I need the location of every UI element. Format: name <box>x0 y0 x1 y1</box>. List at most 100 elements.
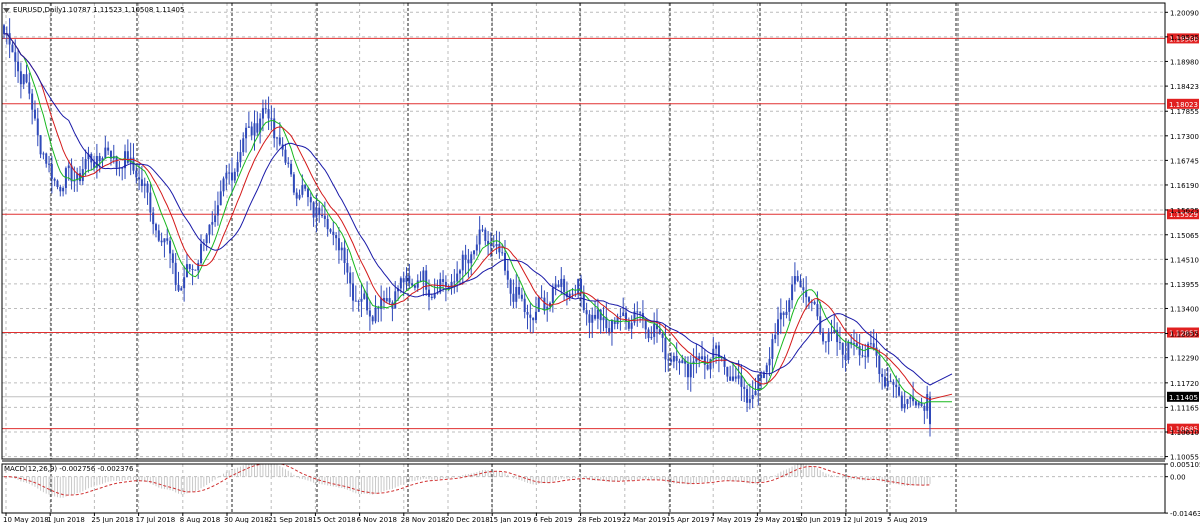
candle-body <box>104 147 107 159</box>
chart-ohlc-label: 1.10787 1.11523 1.10508 1.11405 <box>62 6 184 14</box>
candle-body <box>779 312 782 320</box>
candle-body <box>298 194 301 199</box>
candle-body <box>208 224 211 235</box>
candle-body <box>169 240 172 254</box>
candle-body <box>163 238 166 243</box>
candle-body <box>301 185 304 195</box>
y-tick-label: 1.12835 <box>1170 330 1199 338</box>
candle-body <box>515 286 518 302</box>
candle-body <box>557 284 560 287</box>
y-tick-label: 1.18423 <box>1170 83 1199 91</box>
candle-body <box>588 314 591 323</box>
candle-body <box>484 229 487 241</box>
candle-body <box>399 278 402 289</box>
candle-body <box>292 174 295 193</box>
chart-window[interactable]: 1.19500 1.18023 1.15529 1.12857 1.10685 1.114… <box>0 0 1200 524</box>
candle-body <box>461 254 464 271</box>
x-tick-label: 28 Feb 2019 <box>578 516 622 523</box>
candle-body <box>822 332 825 342</box>
candle-body <box>408 275 411 284</box>
candle-body <box>889 380 892 382</box>
candle-body <box>608 328 611 333</box>
x-tick-label: 15 Apr 2019 <box>666 516 709 523</box>
candle-body <box>596 309 599 319</box>
candle-body <box>520 294 523 299</box>
candle-body <box>28 82 31 94</box>
candle-body <box>715 345 718 349</box>
candle-body <box>731 376 734 381</box>
candle-body <box>270 118 273 120</box>
candle-body <box>290 163 293 175</box>
y-tick-label: 1.17300 <box>1170 133 1199 141</box>
candle-body <box>529 314 532 318</box>
candle-body <box>222 178 225 192</box>
candle-body <box>858 346 861 356</box>
candle-body <box>729 376 732 381</box>
candle-body <box>793 276 796 285</box>
x-tick-label: 15 Jan 2019 <box>489 516 531 523</box>
candle-body <box>923 405 926 411</box>
y-tick-label: 1.19535 <box>1170 34 1199 42</box>
x-tick-label: 25 Jun 2018 <box>91 516 133 523</box>
x-tick-label: 6 Feb 2019 <box>533 516 572 523</box>
candle-body <box>152 212 155 225</box>
candle-body <box>914 401 917 406</box>
candle-body <box>402 278 405 283</box>
candle-body <box>146 183 149 193</box>
candle-body <box>886 380 889 387</box>
macd-y-tick-label: -0.014635 <box>1170 510 1200 518</box>
candle-body <box>523 298 526 312</box>
candle-body <box>107 147 110 151</box>
candle-body <box>174 262 177 285</box>
candle-body <box>726 366 729 377</box>
candle-body <box>681 360 684 364</box>
candle-body <box>883 376 886 387</box>
candle-body <box>855 343 858 347</box>
candle-body <box>478 229 481 245</box>
candle-body <box>489 244 492 246</box>
candle-body <box>267 109 270 119</box>
candle-body <box>678 360 681 364</box>
candle-body <box>751 395 754 400</box>
candle-body <box>813 301 816 305</box>
candle-body <box>917 402 920 406</box>
candle-body <box>357 301 360 303</box>
x-tick-label: 8 Aug 2018 <box>180 516 220 523</box>
y-tick-label: 1.11165 <box>1170 404 1199 412</box>
y-tick-label: 1.10610 <box>1170 429 1199 437</box>
candle-body <box>909 396 912 400</box>
candle-body <box>50 164 53 179</box>
candle-body <box>785 311 788 315</box>
y-tick-label: 1.16745 <box>1170 157 1199 165</box>
candle-body <box>838 342 841 344</box>
candle-body <box>422 270 425 282</box>
candle-body <box>748 399 751 403</box>
candle-body <box>200 243 203 264</box>
candle-body <box>585 310 588 315</box>
y-tick-label: 1.12290 <box>1170 355 1199 363</box>
candle-body <box>746 388 749 403</box>
candle-body <box>743 386 746 389</box>
candle-body <box>53 178 56 181</box>
candle-body <box>672 355 675 362</box>
candle-body <box>25 74 28 83</box>
candle-body <box>807 297 810 302</box>
candle-body <box>768 358 771 366</box>
y-tick-label: 1.15625 <box>1170 207 1199 215</box>
candle-body <box>481 229 484 231</box>
candle-body <box>14 52 17 62</box>
candle-body <box>929 396 931 425</box>
candle-body <box>847 341 850 360</box>
candle-body <box>360 298 363 302</box>
candle-body <box>526 311 529 315</box>
candle-body <box>17 61 20 72</box>
candle-body <box>619 316 622 318</box>
candle-body <box>754 391 757 396</box>
candle-body <box>211 222 214 225</box>
candle-body <box>900 395 903 409</box>
candle-body <box>518 286 521 295</box>
candle-body <box>33 109 36 119</box>
candle-body <box>470 254 473 264</box>
candle-body <box>740 375 743 387</box>
candle-body <box>154 224 157 231</box>
